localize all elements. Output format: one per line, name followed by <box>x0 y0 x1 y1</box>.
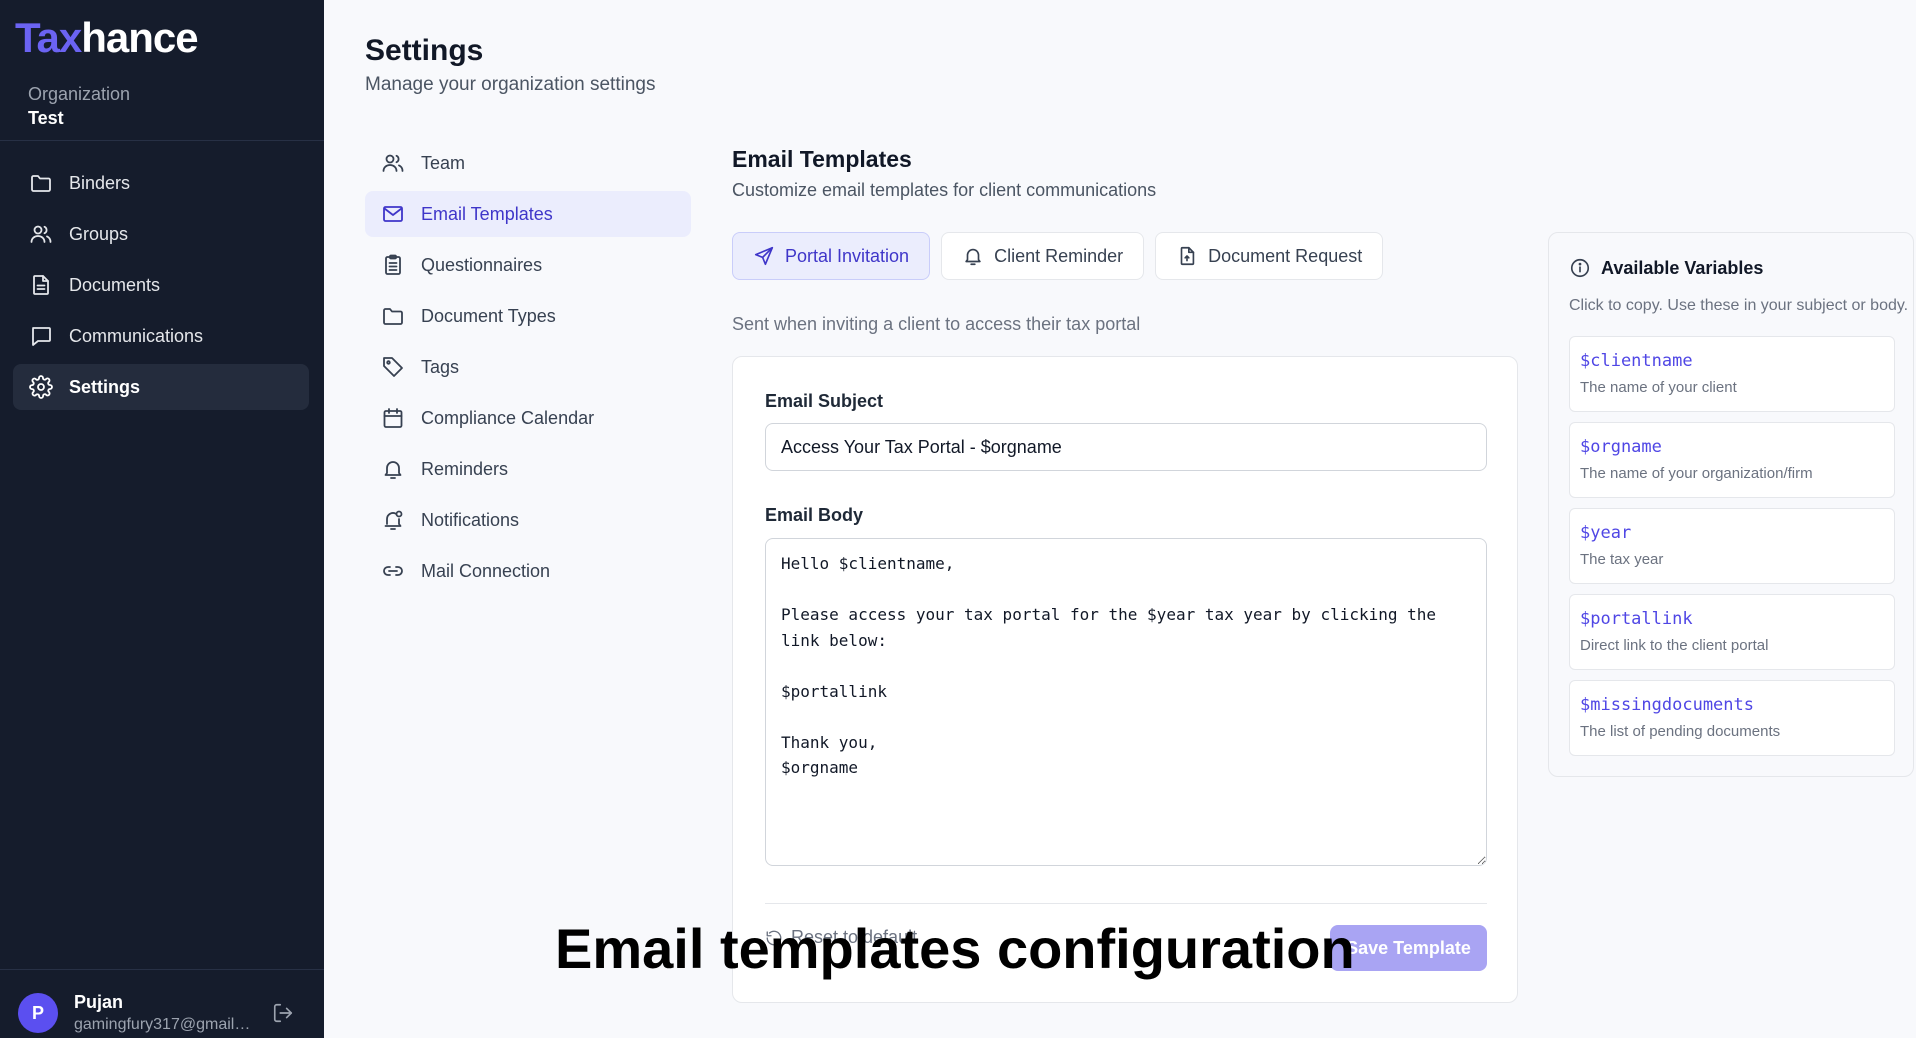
org-label: Organization <box>28 84 131 104</box>
sidebar-footer-divider <box>0 969 324 970</box>
variable-description: The name of your organization/firm <box>1580 465 1813 482</box>
settings-item-label: Compliance Calendar <box>421 407 595 428</box>
logo-part-tax: Tax <box>15 14 82 61</box>
variable-name: $clientname <box>1580 351 1693 371</box>
variable-name: $orgname <box>1580 437 1662 457</box>
sidebar: Taxhance Organization Test Binders Group… <box>0 0 324 1038</box>
user-email: gamingfury317@gmail.c... <box>74 1016 254 1033</box>
tab-document-request[interactable]: Document Request <box>1155 232 1384 280</box>
variable-description: The tax year <box>1580 551 1664 568</box>
section-title: Email Templates <box>732 146 912 172</box>
tab-portal-invitation[interactable]: Portal Invitation <box>732 232 931 280</box>
calendar-icon <box>383 408 403 428</box>
template-editor-card: Email Subject Email Body Hello $clientna… <box>732 356 1518 1003</box>
logout-icon[interactable] <box>272 1002 294 1024</box>
file-icon <box>1180 246 1195 266</box>
email-subject-label: Email Subject <box>765 391 884 411</box>
send-icon <box>754 246 774 266</box>
settings-item-label: Mail Connection <box>421 560 551 581</box>
settings-item-team[interactable]: Team <box>365 140 691 186</box>
variable-item-missingdocuments[interactable]: $missingdocuments The list of pending do… <box>1569 680 1895 756</box>
variable-item-year[interactable]: $year The tax year <box>1569 508 1895 584</box>
document-icon <box>33 275 49 295</box>
page-subtitle: Manage your organization settings <box>365 74 656 95</box>
card-divider <box>765 903 1487 904</box>
sidebar-item-label: Binders <box>69 172 131 193</box>
tab-label: Portal Invitation <box>785 245 910 266</box>
template-tabs: Portal Invitation Client Reminder Docume… <box>732 232 1394 280</box>
settings-item-email-templates[interactable]: Email Templates <box>365 191 691 237</box>
sidebar-item-label: Settings <box>69 376 141 397</box>
variable-name: $year <box>1580 523 1632 543</box>
variable-item-orgname[interactable]: $orgname The name of your organization/f… <box>1569 422 1895 498</box>
settings-item-reminders[interactable]: Reminders <box>365 446 691 492</box>
variables-list: $clientname The name of your client $org… <box>1569 336 1895 766</box>
email-body-field[interactable]: Hello $clientname, Please access your ta… <box>765 538 1487 866</box>
bell-ring-icon <box>384 510 403 530</box>
email-subject-field[interactable] <box>765 423 1487 471</box>
settings-item-compliance-calendar[interactable]: Compliance Calendar <box>365 395 691 441</box>
settings-nav: Team Email Templates Questionnaires Docu… <box>365 140 691 599</box>
settings-item-tags[interactable]: Tags <box>365 344 691 390</box>
chat-icon <box>32 327 51 346</box>
bell-icon <box>965 248 981 266</box>
variable-description: The list of pending documents <box>1580 723 1781 740</box>
sidebar-nav: Binders Groups Documents Communications … <box>13 160 309 415</box>
overlay-caption: Email templates configuration <box>555 917 1355 980</box>
variable-description: Direct link to the client portal <box>1580 637 1769 654</box>
org-name[interactable]: Test <box>28 108 64 129</box>
sidebar-item-communications[interactable]: Communications <box>13 313 309 359</box>
variable-item-portallink[interactable]: $portallink Direct link to the client po… <box>1569 594 1895 670</box>
sidebar-item-binders[interactable]: Binders <box>13 160 309 206</box>
settings-item-document-types[interactable]: Document Types <box>365 293 691 339</box>
settings-item-label: Email Templates <box>421 203 553 224</box>
app-logo[interactable]: Taxhance <box>15 14 199 62</box>
variables-title: Available Variables <box>1569 257 1763 279</box>
settings-item-label: Team <box>421 152 466 173</box>
variable-item-clientname[interactable]: $clientname The name of your client <box>1569 336 1895 412</box>
variable-description: The name of your client <box>1580 379 1737 396</box>
variables-subtitle: Click to copy. Use these in your subject… <box>1569 297 1909 314</box>
section-subtitle: Customize email templates for client com… <box>732 180 1157 200</box>
tab-label: Client Reminder <box>994 245 1124 266</box>
settings-item-label: Questionnaires <box>421 254 543 275</box>
users-icon <box>382 154 404 172</box>
clipboard-icon <box>385 254 401 275</box>
users-icon <box>30 225 52 243</box>
gear-icon <box>29 375 53 399</box>
sidebar-item-groups[interactable]: Groups <box>13 211 309 257</box>
available-variables-panel: Available Variables Click to copy. Use t… <box>1548 232 1914 777</box>
sidebar-item-label: Groups <box>69 223 129 244</box>
settings-item-questionnaires[interactable]: Questionnaires <box>365 242 691 288</box>
sidebar-item-label: Communications <box>69 325 204 346</box>
folder-icon <box>383 308 403 325</box>
email-body-label: Email Body <box>765 505 864 525</box>
variables-title-text: Available Variables <box>1601 257 1764 278</box>
user-name: Pujan <box>74 992 124 1012</box>
info-icon <box>1570 258 1590 278</box>
settings-item-label: Document Types <box>421 305 556 326</box>
template-description: Sent when inviting a client to access th… <box>732 314 1141 334</box>
page-title: Settings <box>365 34 484 67</box>
tab-client-reminder[interactable]: Client Reminder <box>941 232 1145 280</box>
variable-name: $portallink <box>1580 609 1693 629</box>
variable-name: $missingdocuments <box>1580 695 1754 715</box>
sidebar-item-settings[interactable]: Settings <box>13 364 309 410</box>
sidebar-item-documents[interactable]: Documents <box>13 262 309 308</box>
mail-icon <box>383 206 403 222</box>
settings-item-mail-connection[interactable]: Mail Connection <box>365 548 691 594</box>
link-icon <box>383 566 403 576</box>
tag-icon <box>383 357 403 377</box>
settings-item-notifications[interactable]: Notifications <box>365 497 691 543</box>
sidebar-item-label: Documents <box>69 274 161 295</box>
logo-part-hance: hance <box>81 14 198 61</box>
folder-icon <box>31 175 51 192</box>
settings-item-label: Tags <box>421 356 460 377</box>
bell-icon <box>384 461 402 479</box>
sidebar-divider <box>0 140 324 141</box>
settings-item-label: Reminders <box>421 458 509 479</box>
avatar[interactable]: P <box>18 993 58 1033</box>
settings-item-label: Notifications <box>421 509 520 530</box>
tab-label: Document Request <box>1208 245 1363 266</box>
